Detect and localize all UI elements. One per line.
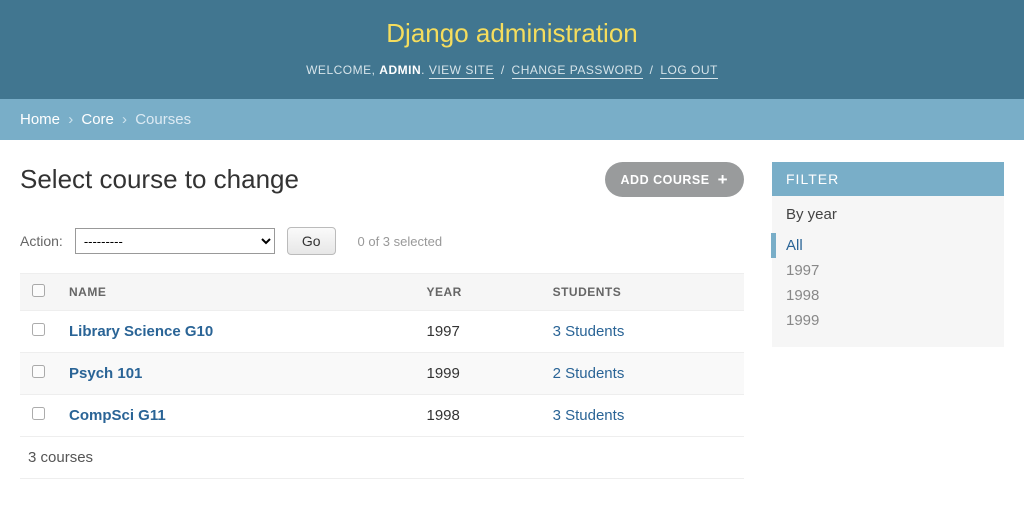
plus-icon: + bbox=[718, 171, 728, 188]
selection-count: 0 of 3 selected bbox=[358, 234, 443, 249]
row-checkbox[interactable] bbox=[32, 323, 45, 336]
logout-link[interactable]: LOG OUT bbox=[660, 63, 718, 79]
filter-option-link[interactable]: 1999 bbox=[786, 312, 819, 329]
separator: / bbox=[501, 63, 505, 77]
main-content: Select course to change ADD COURSE + Act… bbox=[20, 162, 744, 479]
results-table: NAME YEAR STUDENTS Library Science G10 19… bbox=[20, 273, 744, 437]
filter-option: 1997 bbox=[786, 258, 990, 283]
col-header-students[interactable]: STUDENTS bbox=[541, 274, 744, 311]
filter-option-link[interactable]: 1998 bbox=[786, 287, 819, 304]
view-site-link[interactable]: VIEW SITE bbox=[429, 63, 494, 79]
filter-by-label: By year bbox=[786, 206, 990, 223]
filter-option: 1999 bbox=[786, 308, 990, 333]
breadcrumb-home[interactable]: Home bbox=[20, 111, 60, 128]
table-row: Library Science G10 1997 3 Students bbox=[20, 311, 744, 353]
course-year: 1997 bbox=[415, 311, 541, 353]
chevron-right-icon: › bbox=[68, 111, 73, 128]
action-select[interactable]: --------- bbox=[75, 228, 275, 254]
welcome-text: WELCOME, bbox=[306, 63, 375, 77]
row-checkbox[interactable] bbox=[32, 365, 45, 378]
add-button-label: ADD COURSE bbox=[621, 173, 710, 187]
change-password-link[interactable]: CHANGE PASSWORD bbox=[512, 63, 643, 79]
breadcrumb-app[interactable]: Core bbox=[81, 111, 114, 128]
user-tools: WELCOME, ADMIN. VIEW SITE / CHANGE PASSW… bbox=[0, 63, 1024, 77]
table-row: Psych 101 1999 2 Students bbox=[20, 353, 744, 395]
add-course-button[interactable]: ADD COURSE + bbox=[605, 162, 744, 197]
action-bar: Action: --------- Go 0 of 3 selected bbox=[20, 227, 744, 255]
header: Django administration WELCOME, ADMIN. VI… bbox=[0, 0, 1024, 99]
go-button[interactable]: Go bbox=[287, 227, 336, 255]
action-label: Action: bbox=[20, 233, 63, 249]
filter-panel: FILTER By year All 1997 1998 1999 bbox=[772, 162, 1004, 347]
page-title: Select course to change bbox=[20, 164, 299, 195]
username: ADMIN bbox=[379, 63, 421, 77]
course-name-link[interactable]: Library Science G10 bbox=[69, 323, 213, 340]
period: . bbox=[421, 63, 425, 77]
filter-title: FILTER bbox=[772, 162, 1004, 196]
students-link[interactable]: 2 Students bbox=[553, 365, 625, 382]
course-name-link[interactable]: Psych 101 bbox=[69, 365, 142, 382]
col-header-name[interactable]: NAME bbox=[57, 274, 415, 311]
site-title: Django administration bbox=[0, 18, 1024, 49]
table-row: CompSci G11 1998 3 Students bbox=[20, 395, 744, 437]
filter-option: All bbox=[771, 233, 990, 258]
sidebar: FILTER By year All 1997 1998 1999 bbox=[772, 162, 1004, 479]
row-checkbox[interactable] bbox=[32, 407, 45, 420]
chevron-right-icon: › bbox=[122, 111, 127, 128]
filter-option-link[interactable]: 1997 bbox=[786, 262, 819, 279]
course-year: 1998 bbox=[415, 395, 541, 437]
students-link[interactable]: 3 Students bbox=[553, 407, 625, 424]
filter-list: All 1997 1998 1999 bbox=[786, 233, 990, 333]
select-all-checkbox[interactable] bbox=[32, 284, 45, 297]
separator: / bbox=[650, 63, 654, 77]
filter-option-link[interactable]: All bbox=[786, 237, 803, 254]
course-year: 1999 bbox=[415, 353, 541, 395]
students-link[interactable]: 3 Students bbox=[553, 323, 625, 340]
breadcrumb-current: Courses bbox=[135, 111, 191, 128]
paginator: 3 courses bbox=[20, 437, 744, 479]
filter-option: 1998 bbox=[786, 283, 990, 308]
col-header-year[interactable]: YEAR bbox=[415, 274, 541, 311]
course-name-link[interactable]: CompSci G11 bbox=[69, 407, 166, 424]
breadcrumb: Home › Core › Courses bbox=[0, 99, 1024, 140]
